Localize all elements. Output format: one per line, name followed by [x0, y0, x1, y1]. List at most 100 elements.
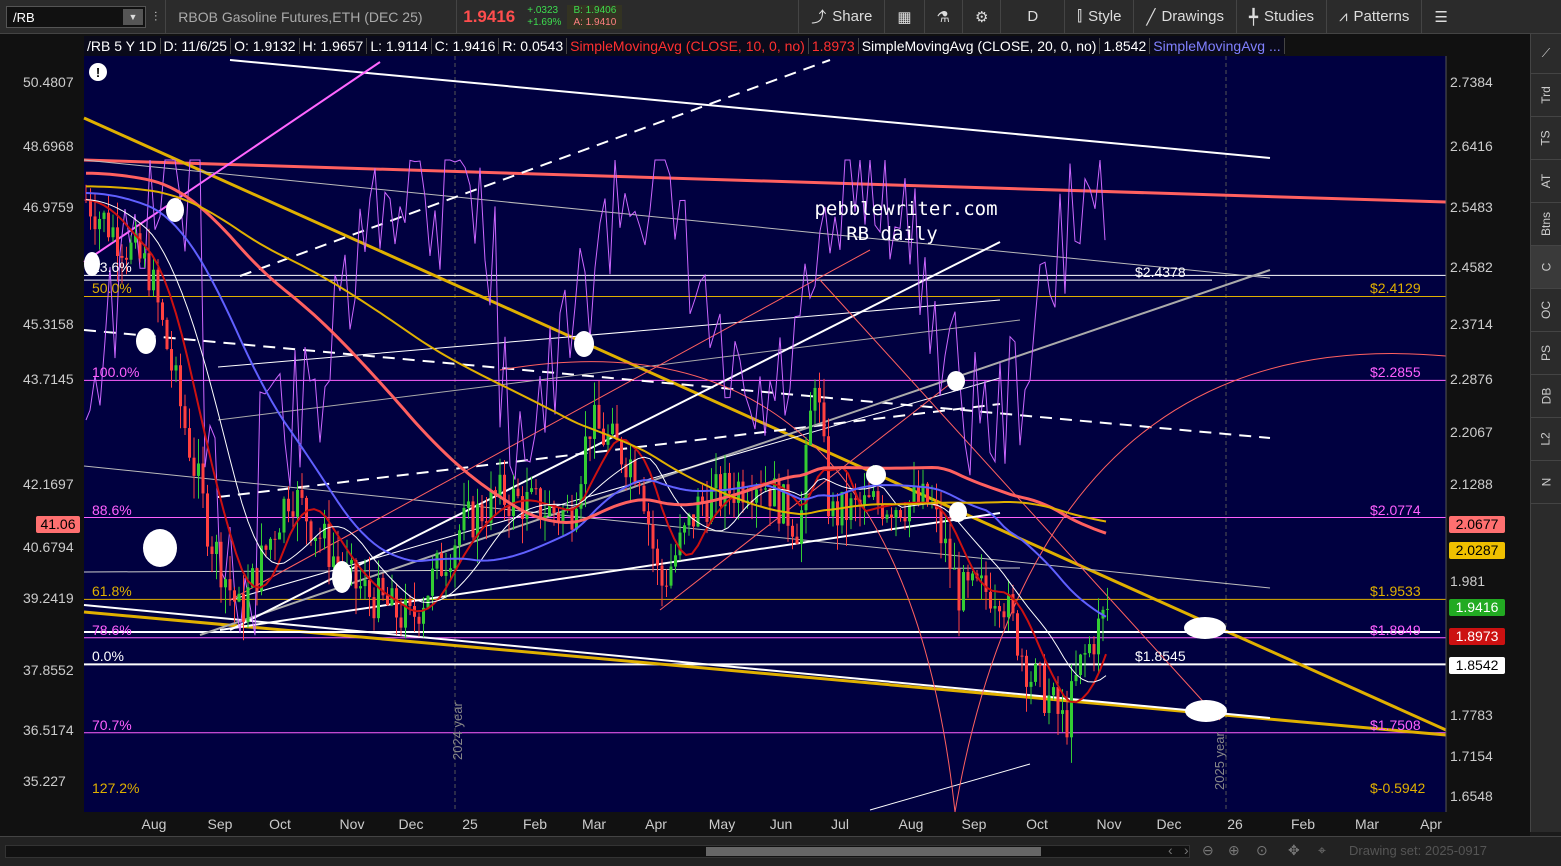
candle-body	[989, 591, 992, 609]
tab-n[interactable]: N	[1531, 461, 1561, 504]
flexible-grid-button[interactable]: ▦	[884, 0, 923, 34]
marker-oval[interactable]	[949, 502, 967, 522]
candle-body	[710, 488, 713, 522]
candle-body	[449, 568, 452, 573]
candle-body	[467, 501, 470, 508]
ohlc-low: L: 1.9114	[367, 38, 432, 54]
scroll-left-icon[interactable]: ‹	[1168, 842, 1173, 858]
expand-icon: ⟋	[1541, 46, 1551, 60]
sma-more-label[interactable]: SimpleMovingAvg ...	[1150, 38, 1285, 54]
candle-body	[291, 511, 295, 517]
candle-body	[350, 560, 353, 564]
candle-body	[386, 595, 389, 606]
sma20-value: 1.8542	[1100, 38, 1151, 54]
x-axis-label: Dec	[1156, 816, 1182, 832]
zoom-reset-icon[interactable]: ⊙	[1256, 842, 1268, 859]
marker-oval[interactable]	[332, 561, 352, 593]
candle-body	[93, 216, 97, 230]
marker-oval[interactable]	[136, 328, 156, 354]
candle-body	[957, 568, 961, 611]
ask-value: A: 1.9410	[573, 16, 617, 28]
marker-oval[interactable]	[947, 371, 965, 391]
tab-btns[interactable]: Btns	[1531, 203, 1561, 246]
zoom-out-icon[interactable]: ⊖	[1202, 842, 1214, 859]
candle-body	[242, 593, 245, 622]
patterns-button[interactable]: ⩘ Patterns	[1326, 0, 1421, 34]
candle-body	[764, 488, 767, 490]
candle-body	[372, 597, 376, 619]
candle-body	[674, 555, 677, 567]
tab-oc[interactable]: OC	[1531, 289, 1561, 332]
x-axis-label: Jul	[831, 816, 849, 832]
candle-body	[359, 586, 362, 589]
ohlc-high: H: 1.9657	[300, 38, 368, 54]
marker-oval[interactable]	[143, 529, 177, 567]
tab-ps[interactable]: PS	[1531, 332, 1561, 375]
candle-body	[570, 507, 574, 530]
cursor-icon[interactable]: ⌖	[1318, 842, 1326, 859]
sma20-label[interactable]: SimpleMovingAvg (CLOSE, 20, 0, no)	[859, 38, 1101, 54]
tab-ts[interactable]: TS	[1531, 117, 1561, 160]
pan-icon[interactable]: ✥	[1288, 842, 1300, 859]
candle-body	[462, 507, 466, 531]
timeframe-button[interactable]: D	[1000, 0, 1064, 34]
candle-body	[795, 536, 799, 544]
fib-percent-label: 70.7%	[92, 716, 132, 733]
candle-body	[273, 538, 277, 540]
scroll-thumb[interactable]	[706, 847, 1041, 856]
candle-body	[597, 404, 601, 429]
fib-percent-label: 50.0%	[92, 280, 132, 297]
zoom-in-icon[interactable]: ⊕	[1228, 842, 1240, 859]
x-axis-label: May	[708, 816, 736, 832]
candle-body	[368, 580, 371, 598]
marker-oval[interactable]	[1185, 700, 1227, 722]
candle-body	[1043, 665, 1046, 713]
symbol-input[interactable]: /RB ▼	[6, 5, 146, 28]
tab-label: Btns	[1538, 211, 1553, 237]
chevron-down-icon[interactable]: ▼	[123, 8, 143, 25]
tab-trd[interactable]: Trd	[1531, 74, 1561, 117]
candle-body	[395, 588, 398, 618]
style-button[interactable]: ⫿ Style	[1064, 0, 1133, 34]
marker-oval[interactable]	[166, 198, 184, 222]
share-button[interactable]: ⤴ Share	[798, 0, 884, 34]
tab-at[interactable]: AT	[1531, 160, 1561, 203]
candle-body	[1097, 618, 1100, 655]
candle-body	[188, 428, 191, 458]
candle-body	[192, 457, 196, 476]
time-scrollbar[interactable]	[5, 845, 1190, 858]
settings-button[interactable]: ⚙	[961, 0, 1000, 34]
candle-body	[1047, 695, 1051, 713]
candle-body	[939, 509, 943, 544]
candle-body	[147, 253, 151, 291]
tab-c[interactable]: C	[1531, 246, 1561, 289]
right-axis-label: 2.2876	[1450, 371, 1493, 388]
tab-l2[interactable]: L2	[1531, 418, 1561, 461]
studies-button[interactable]: ╇ Studies	[1235, 0, 1326, 34]
candle-body	[548, 504, 551, 516]
candle-body	[683, 525, 686, 533]
more-button[interactable]: ☰	[1421, 0, 1459, 34]
candle-body	[377, 577, 380, 619]
x-axis-label: Sep	[207, 816, 233, 832]
right-axis-label: 1.7154	[1450, 748, 1493, 765]
tab-expand[interactable]: ⟋	[1531, 34, 1561, 74]
x-axis-label: Oct	[269, 816, 291, 832]
link-icon[interactable]: ⫶	[146, 9, 165, 25]
marker-oval[interactable]	[1184, 617, 1226, 639]
scroll-right-icon[interactable]: ›	[1184, 842, 1189, 858]
candle-body	[458, 530, 461, 546]
drawings-button[interactable]: ╱ Drawings	[1133, 0, 1236, 34]
studies-lab-button[interactable]: ⚗	[923, 0, 962, 34]
marker-oval[interactable]	[574, 331, 594, 357]
marker-oval[interactable]	[866, 465, 886, 485]
sma10-label[interactable]: SimpleMovingAvg (CLOSE, 10, 0, no)	[567, 38, 809, 54]
tab-db[interactable]: DB	[1531, 375, 1561, 418]
gear-icon: ⚙	[974, 8, 989, 26]
price-chart[interactable]: pebblewriter.com RB daily 2024 year 2025…	[0, 34, 1530, 836]
candle-body	[1007, 594, 1010, 618]
candle-body	[480, 504, 484, 522]
price-change: +.0323 +1.69%	[521, 5, 567, 29]
symbol-period: /RB 5 Y 1D	[84, 38, 161, 54]
candle-body	[620, 440, 623, 465]
